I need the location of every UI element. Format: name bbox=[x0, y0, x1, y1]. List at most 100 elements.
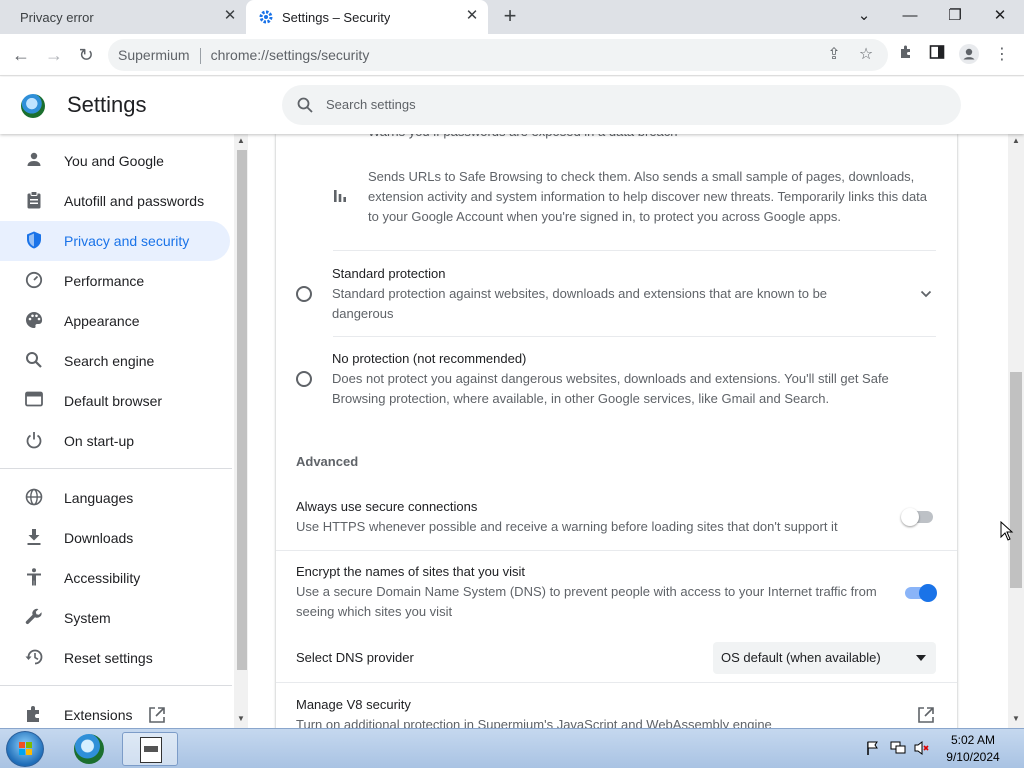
share-icon[interactable]: ⇪ bbox=[823, 44, 845, 66]
sidebar-item-you-and-google[interactable]: You and Google bbox=[0, 141, 232, 181]
sidebar-item-downloads[interactable]: Downloads bbox=[0, 518, 232, 558]
open-in-new-icon[interactable] bbox=[917, 706, 935, 728]
tab-strip: Privacy error ✕ Settings – Security ✕ + … bbox=[0, 0, 1024, 34]
dropdown-arrow-icon bbox=[916, 655, 926, 661]
sidebar-item-label: Default browser bbox=[64, 393, 163, 409]
advanced-heading: Advanced bbox=[296, 454, 359, 469]
tab-search-chevron-icon[interactable]: ⌄ bbox=[851, 4, 877, 30]
scroll-up-arrow-icon[interactable]: ▲ bbox=[1012, 136, 1020, 145]
sidebar-item-on-start-up[interactable]: On start-up bbox=[0, 421, 232, 461]
sidebar-item-system[interactable]: System bbox=[0, 598, 232, 638]
scroll-down-arrow-icon[interactable]: ▼ bbox=[1012, 714, 1020, 723]
sidebar-item-languages[interactable]: Languages bbox=[0, 478, 232, 518]
security-settings-card: Warns you if passwords are exposed in a … bbox=[276, 134, 957, 728]
dns-provider-select[interactable]: OS default (when available) bbox=[713, 642, 936, 674]
v8-setting-title: Manage V8 security bbox=[296, 697, 411, 712]
scroll-up-arrow-icon[interactable]: ▲ bbox=[237, 136, 245, 145]
sidebar-item-label: Extensions bbox=[64, 707, 133, 723]
search-placeholder: Search settings bbox=[326, 97, 416, 112]
dns-toggle[interactable] bbox=[903, 584, 937, 602]
page-scroll-thumb[interactable] bbox=[1010, 372, 1022, 588]
power-icon bbox=[24, 431, 44, 451]
sidebar-item-performance[interactable]: Performance bbox=[0, 261, 232, 301]
restore-button[interactable]: ❐ bbox=[942, 4, 968, 30]
system-clock[interactable]: 5:02 AM 9/10/2024 bbox=[940, 732, 1006, 766]
enhanced-detail-text: Sends URLs to Safe Browsing to check the… bbox=[368, 169, 928, 224]
start-button[interactable] bbox=[6, 731, 44, 767]
browser-window-icon bbox=[24, 391, 44, 411]
scroll-down-arrow-icon[interactable]: ▼ bbox=[237, 714, 245, 723]
page-scrollbar[interactable]: ▲ ▼ bbox=[1008, 134, 1024, 728]
supermium-logo-icon bbox=[21, 94, 45, 118]
speedometer-icon bbox=[24, 271, 44, 291]
history-icon bbox=[24, 648, 44, 668]
site-name: Supermium bbox=[118, 47, 190, 63]
open-in-new-icon bbox=[148, 706, 166, 727]
taskbar-app-active-window[interactable] bbox=[122, 732, 178, 766]
page-title: Settings bbox=[67, 92, 147, 117]
search-settings-input[interactable]: Search settings bbox=[282, 85, 961, 125]
search-icon bbox=[24, 351, 44, 371]
url-text: chrome://settings/security bbox=[210, 47, 370, 63]
sidebar-item-label: Privacy and security bbox=[64, 233, 190, 249]
sidebar-divider bbox=[0, 468, 232, 469]
settings-main: Warns you if passwords are exposed in a … bbox=[248, 134, 1008, 728]
search-icon bbox=[297, 97, 313, 113]
palette-icon bbox=[24, 311, 44, 331]
taskbar-app-browser[interactable] bbox=[62, 732, 118, 766]
extensions-puzzle-icon[interactable] bbox=[895, 44, 917, 66]
sidebar-scrollbar[interactable]: ▲ ▼ bbox=[234, 134, 248, 728]
standard-protection-radio[interactable] bbox=[296, 286, 312, 302]
document-icon-stripe bbox=[144, 746, 158, 752]
toggle-knob bbox=[901, 508, 919, 526]
no-protection-title: No protection (not recommended) bbox=[332, 351, 527, 366]
profile-avatar-icon[interactable] bbox=[958, 44, 980, 66]
minimize-button[interactable]: — bbox=[897, 4, 923, 30]
sidebar-item-appearance[interactable]: Appearance bbox=[0, 301, 232, 341]
tab-privacy-error[interactable]: Privacy error ✕ bbox=[0, 0, 246, 34]
browser-toolbar: ← → ↻ Supermium chrome://settings/securit… bbox=[0, 34, 1024, 76]
tab-title: Privacy error bbox=[20, 9, 94, 25]
wrench-icon bbox=[24, 608, 44, 628]
person-icon bbox=[24, 151, 44, 171]
partial-clipped-text: Warns you if passwords are exposed in a … bbox=[368, 134, 928, 142]
side-panel-icon[interactable] bbox=[926, 44, 948, 66]
sidebar-item-label: System bbox=[64, 610, 111, 626]
puzzle-icon bbox=[24, 705, 44, 725]
mouse-cursor-icon bbox=[1000, 520, 1014, 546]
network-icon[interactable] bbox=[890, 741, 906, 755]
no-protection-radio[interactable] bbox=[296, 371, 312, 387]
sidebar-item-default-browser[interactable]: Default browser bbox=[0, 381, 232, 421]
back-arrow-icon[interactable]: ← bbox=[8, 42, 34, 68]
dns-setting-desc: Use a secure Domain Name System (DNS) to… bbox=[296, 584, 877, 619]
new-tab-button[interactable]: + bbox=[498, 5, 522, 29]
https-toggle[interactable] bbox=[901, 508, 935, 526]
sidebar-item-search-engine[interactable]: Search engine bbox=[0, 341, 232, 381]
windows-taskbar: 5:02 AM 9/10/2024 bbox=[0, 728, 1024, 768]
tab-settings-security[interactable]: Settings – Security ✕ bbox=[246, 0, 488, 34]
sidebar-scroll-thumb[interactable] bbox=[237, 150, 247, 670]
row-divider bbox=[333, 336, 936, 337]
close-window-button[interactable]: ✕ bbox=[987, 4, 1013, 30]
volume-muted-icon[interactable] bbox=[914, 741, 930, 755]
sidebar-item-autofill[interactable]: Autofill and passwords bbox=[0, 181, 232, 221]
sidebar-item-label: Appearance bbox=[64, 313, 140, 329]
action-center-flag-icon[interactable] bbox=[866, 741, 880, 755]
forward-arrow-icon[interactable]: → bbox=[41, 42, 67, 68]
sidebar-item-label: Performance bbox=[64, 273, 145, 289]
reload-icon[interactable]: ↻ bbox=[73, 42, 99, 68]
sidebar-item-label: Accessibility bbox=[64, 570, 141, 586]
sidebar-item-reset-settings[interactable]: Reset settings bbox=[0, 638, 232, 678]
row-divider bbox=[333, 250, 936, 251]
bookmark-star-icon[interactable]: ☆ bbox=[855, 44, 877, 66]
clock-date: 9/10/2024 bbox=[946, 750, 1000, 764]
sidebar-item-accessibility[interactable]: Accessibility bbox=[0, 558, 232, 598]
sidebar-item-privacy-and-security[interactable]: Privacy and security bbox=[0, 221, 230, 261]
close-icon[interactable]: ✕ bbox=[222, 8, 238, 24]
close-icon[interactable]: ✕ bbox=[464, 8, 480, 24]
chevron-down-icon[interactable] bbox=[919, 287, 933, 306]
download-icon bbox=[24, 528, 44, 548]
address-bar[interactable]: Supermium chrome://settings/security bbox=[108, 39, 888, 71]
dns-setting-title: Encrypt the names of sites that you visi… bbox=[296, 564, 526, 579]
menu-kebab-icon[interactable]: ⋮ bbox=[991, 44, 1013, 66]
